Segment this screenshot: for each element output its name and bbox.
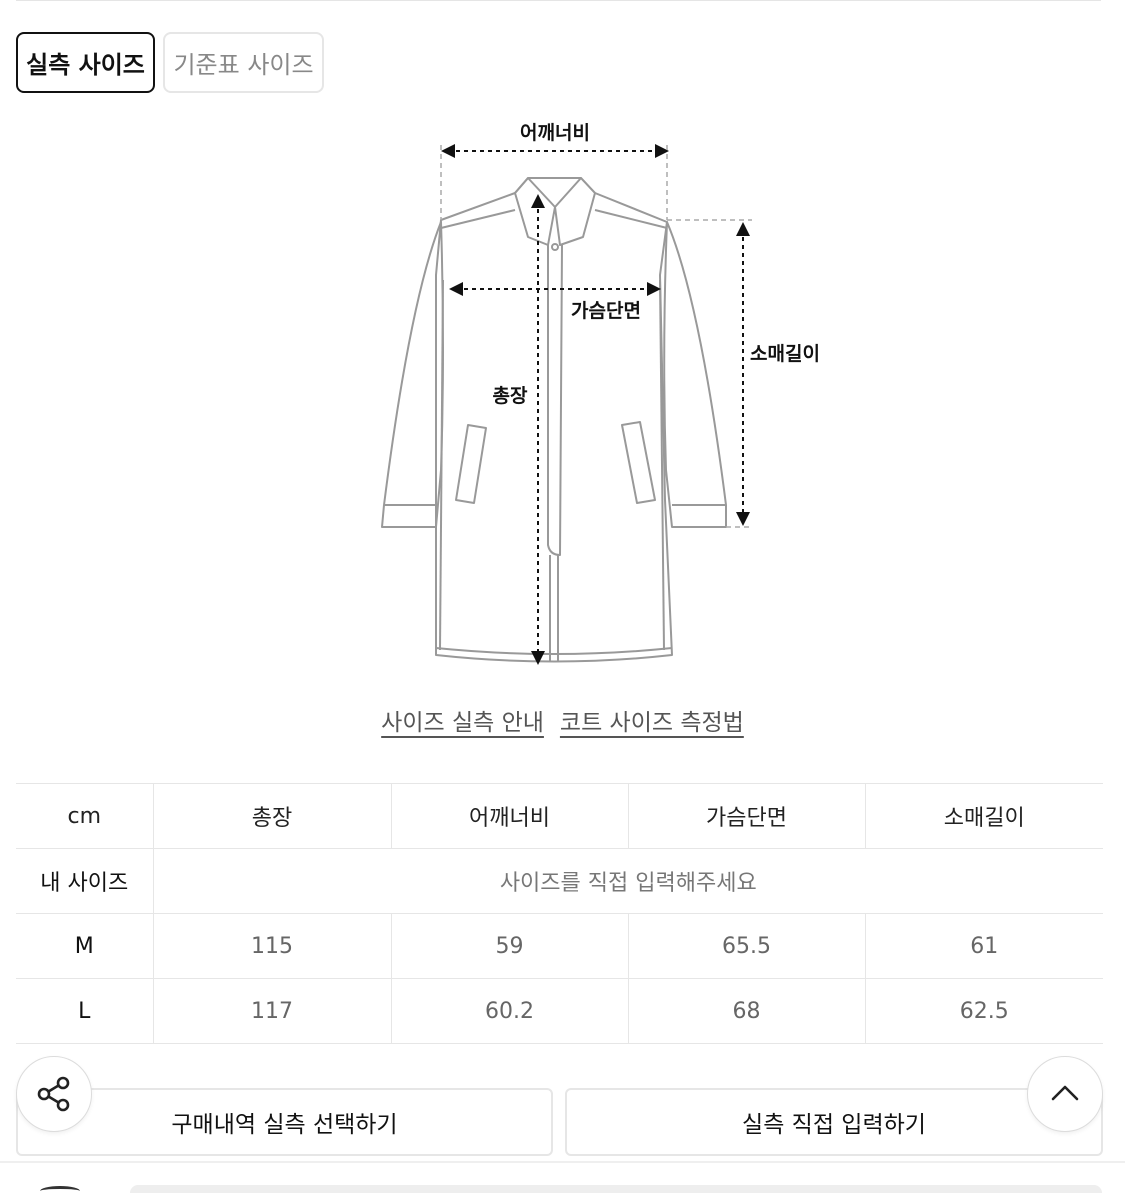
my-size-row: 내 사이즈 사이즈를 직접 입력해주세요 [16, 848, 1103, 914]
size-label: M [16, 913, 153, 979]
header-unit: cm [16, 783, 153, 849]
table-row: M 115 59 65.5 61 [16, 913, 1103, 979]
partial-input-bar [130, 1185, 1102, 1193]
label-chest: 가슴단면 [571, 300, 641, 322]
tab-actual-size[interactable]: 실측 사이즈 [16, 32, 155, 93]
bottom-divider [0, 1161, 1125, 1163]
cell-length: 117 [152, 978, 391, 1044]
table-header-row: cm 총장 어깨너비 가슴단면 소매길이 [16, 783, 1103, 849]
cell-sleeve: 62.5 [864, 978, 1103, 1044]
label-length: 총장 [493, 385, 528, 407]
tab-standard-size[interactable]: 기준표 사이즈 [163, 32, 324, 93]
share-button[interactable] [16, 1056, 92, 1132]
cell-chest: 65.5 [627, 913, 865, 979]
header-shoulder: 어깨너비 [390, 783, 628, 849]
cell-shoulder: 60.2 [390, 978, 628, 1044]
table-row: L 117 60.2 68 62.5 [16, 978, 1103, 1044]
cell-shoulder: 59 [390, 913, 628, 979]
partial-icon [40, 1186, 80, 1193]
label-shoulder: 어깨너비 [520, 122, 590, 144]
header-length: 총장 [152, 783, 391, 849]
coat-outline [381, 177, 727, 663]
my-size-input-prompt[interactable]: 사이즈를 직접 입력해주세요 [152, 848, 1103, 914]
size-tabs: 실측 사이즈 기준표 사이즈 [16, 32, 324, 93]
label-sleeve: 소매길이 [750, 343, 820, 365]
cell-sleeve: 61 [864, 913, 1103, 979]
measurement-action-bar: 구매내역 실측 선택하기 실측 직접 입력하기 [16, 1088, 1103, 1156]
cell-length: 115 [152, 913, 391, 979]
size-label: L [16, 978, 153, 1044]
size-guide-link[interactable]: 사이즈 실측 안내 [381, 703, 544, 737]
scroll-top-button[interactable] [1027, 1056, 1103, 1132]
select-from-purchase-history-button[interactable]: 구매내역 실측 선택하기 [16, 1088, 553, 1156]
cell-chest: 68 [627, 978, 865, 1044]
guide-links: 사이즈 실측 안내 코트 사이즈 측정법 [0, 703, 1125, 737]
my-size-label: 내 사이즈 [16, 848, 153, 914]
size-table: cm 총장 어깨너비 가슴단면 소매길이 내 사이즈 사이즈를 직접 입력해주세… [16, 783, 1103, 1044]
coat-measurement-diagram: 어깨너비 가슴단면 소매길이 총장 [370, 115, 840, 675]
share-icon [37, 1076, 70, 1112]
top-divider [16, 0, 1101, 1]
enter-measurement-directly-button[interactable]: 실측 직접 입력하기 [565, 1088, 1103, 1156]
chevron-up-icon [1051, 1085, 1079, 1101]
header-chest: 가슴단면 [627, 783, 865, 849]
coat-measure-method-link[interactable]: 코트 사이즈 측정법 [560, 703, 744, 737]
header-sleeve: 소매길이 [864, 783, 1103, 849]
